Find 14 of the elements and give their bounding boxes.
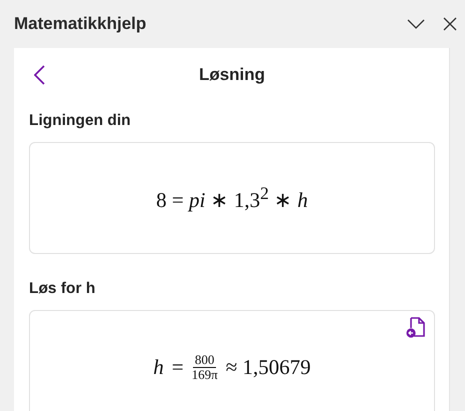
window-title: Matematikkhjelp	[14, 14, 146, 34]
section-label: Løs for h	[29, 280, 96, 298]
chevron-down-icon[interactable]	[407, 19, 425, 29]
fraction-numerator: 800	[192, 353, 216, 368]
section-label: Ligningen din	[29, 112, 132, 130]
pane-title: Løsning	[198, 65, 266, 85]
document-icon[interactable]	[406, 317, 426, 339]
equation-variable: h	[153, 355, 164, 380]
back-icon[interactable]	[34, 65, 45, 85]
approximate-result: ≈ 1,50679	[226, 355, 311, 380]
equation: 8 = pi ∗ 1,3$^{2}$ ∗ h	[156, 183, 308, 213]
close-icon[interactable]	[443, 17, 457, 31]
fraction-denominator: 169π	[192, 368, 218, 383]
equals-sign: =	[172, 355, 184, 380]
